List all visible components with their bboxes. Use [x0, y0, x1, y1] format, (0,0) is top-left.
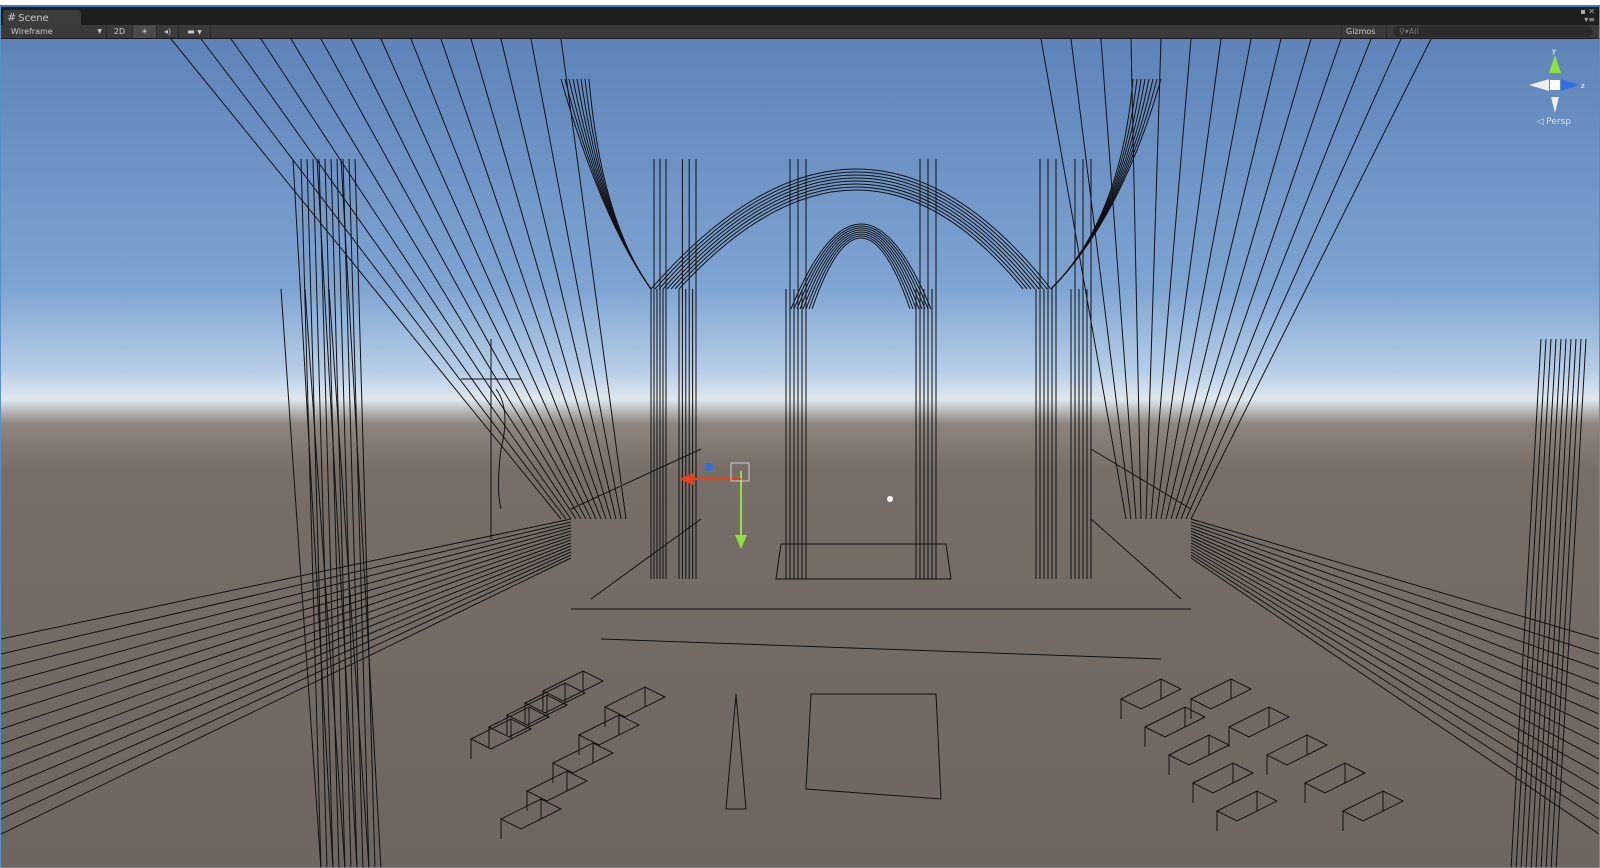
gizmos-dropdown[interactable]: Gizmos ▼ — [1341, 25, 1387, 49]
hierarchy-search-input[interactable]: ⚲▾All — [1393, 26, 1593, 37]
tab-scene[interactable]: # Scene — [3, 10, 81, 25]
draw-mode-dropdown[interactable]: Wireframe ▼ — [1, 25, 107, 38]
chevron-down-icon: ▼ — [97, 28, 102, 35]
scene-window: # Scene ▪ ✕ ▾≡ Wireframe ▼ 2D ☀ ◂) ▬ ▼ Gizm… — [0, 5, 1600, 868]
chevron-down-icon: ▼ — [197, 29, 202, 36]
tab-label: Scene — [18, 13, 49, 24]
sun-icon: ☀ — [140, 27, 149, 36]
search-placeholder: All — [1408, 27, 1419, 36]
light-gizmo — [887, 496, 893, 502]
image-icon: ▬ — [187, 27, 195, 36]
effects-dropdown[interactable]: ▬ ▼ — [179, 25, 211, 38]
wireframe-cathedral — [1, 39, 1599, 867]
speaker-icon: ◂) — [163, 27, 172, 36]
window-controls: ▪ ✕ ▾≡ — [1580, 8, 1595, 24]
projection-text: Persp — [1546, 117, 1571, 127]
scene-grid-icon: # — [7, 11, 17, 24]
search-icon: ⚲▾ — [1399, 27, 1409, 36]
scene-toolbar: Wireframe ▼ 2D ☀ ◂) ▬ ▼ Gizmos ▼ ⚲▾All — [1, 25, 1599, 49]
audio-toggle-button[interactable]: ◂) — [157, 25, 179, 38]
scene-viewport[interactable]: y z ◁ Persp — [1, 39, 1599, 867]
wireframe-lines — [1, 39, 1599, 867]
tab-menu-icon[interactable]: ▾≡ — [1584, 15, 1595, 24]
lighting-toggle-button[interactable]: ☀ — [133, 25, 157, 38]
draw-mode-label: Wireframe — [11, 27, 53, 36]
projection-label[interactable]: ◁ Persp — [1536, 117, 1571, 127]
tab-bar: # Scene ▪ ✕ ▾≡ — [1, 7, 1599, 25]
toggle-2d-button[interactable]: 2D — [107, 25, 133, 38]
axis-label-z: z — [1581, 82, 1585, 90]
gizmos-label: Gizmos — [1346, 27, 1376, 36]
axis-label-y: y — [1552, 47, 1556, 55]
